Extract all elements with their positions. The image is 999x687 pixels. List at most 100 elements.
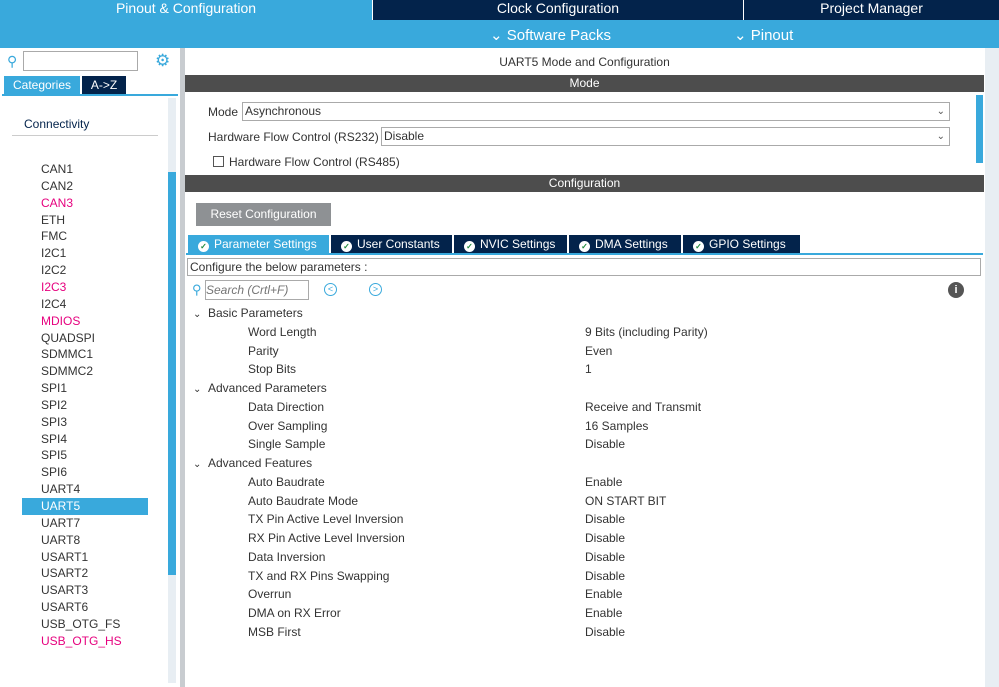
peripheral-item[interactable]: UART5 bbox=[41, 499, 80, 513]
pinout-menu[interactable]: ⌄ Pinout bbox=[734, 26, 793, 44]
tab-a-z[interactable]: A->Z bbox=[82, 76, 126, 94]
peripheral-item[interactable]: SPI4 bbox=[41, 432, 67, 446]
peripheral-item[interactable]: SPI1 bbox=[41, 381, 67, 395]
peripheral-item[interactable]: UART7 bbox=[41, 516, 80, 530]
tab-categories[interactable]: Categories bbox=[4, 76, 80, 94]
param-value[interactable]: ON START BIT bbox=[585, 494, 666, 508]
param-value[interactable]: Receive and Transmit bbox=[585, 400, 701, 414]
peripheral-item[interactable]: I2C1 bbox=[41, 246, 66, 260]
rs485-checkbox[interactable] bbox=[213, 156, 224, 167]
param-value[interactable]: Enable bbox=[585, 475, 622, 489]
parameter-search-input[interactable] bbox=[205, 280, 309, 300]
peripheral-item[interactable]: CAN2 bbox=[41, 179, 73, 193]
param-value[interactable]: Disable bbox=[585, 512, 625, 526]
peripheral-item[interactable]: MDIOS bbox=[41, 314, 80, 328]
peripheral-item[interactable]: UART4 bbox=[41, 482, 80, 496]
software-packs-menu[interactable]: ⌄ Software Packs bbox=[490, 26, 611, 44]
software-packs-label: Software Packs bbox=[506, 27, 611, 44]
right-scrollbar[interactable] bbox=[985, 48, 999, 687]
left-scrollbar[interactable] bbox=[168, 98, 176, 683]
param-name[interactable]: Overrun bbox=[248, 587, 291, 601]
info-icon[interactable]: i bbox=[948, 282, 964, 298]
tab-label: User Constants bbox=[357, 237, 440, 251]
param-name[interactable]: Auto Baudrate bbox=[248, 475, 325, 489]
tab-dma-settings[interactable]: ✓ DMA Settings bbox=[569, 235, 681, 253]
gear-icon[interactable]: ⚙ bbox=[155, 51, 170, 71]
peripheral-item[interactable]: USB_OTG_HS bbox=[41, 634, 122, 648]
param-name[interactable]: TX and RX Pins Swapping bbox=[248, 569, 389, 583]
peripheral-item[interactable]: SPI3 bbox=[41, 415, 67, 429]
tab-gpio-settings[interactable]: ✓ GPIO Settings bbox=[683, 235, 800, 253]
param-name[interactable]: Stop Bits bbox=[248, 362, 296, 376]
group-header[interactable]: ⌄ Advanced Parameters bbox=[193, 381, 327, 395]
peripheral-item[interactable]: SPI2 bbox=[41, 398, 67, 412]
category-search-input[interactable] bbox=[23, 51, 138, 71]
peripheral-item[interactable]: CAN1 bbox=[41, 162, 73, 176]
hfc-select[interactable]: Disable ⌄ bbox=[381, 127, 950, 146]
tab-user-constants[interactable]: ✓ User Constants bbox=[331, 235, 452, 253]
param-name[interactable]: MSB First bbox=[248, 625, 301, 639]
peripheral-item[interactable]: SDMMC2 bbox=[41, 364, 93, 378]
group-header[interactable]: ⌄ Basic Parameters bbox=[193, 306, 303, 320]
param-value[interactable]: Even bbox=[585, 344, 612, 358]
peripheral-item[interactable]: SDMMC1 bbox=[41, 347, 93, 361]
next-icon[interactable]: > bbox=[369, 283, 382, 296]
param-value[interactable]: Disable bbox=[585, 625, 625, 639]
param-name[interactable]: Over Sampling bbox=[248, 419, 327, 433]
peripheral-item[interactable]: QUADSPI bbox=[41, 331, 95, 345]
mode-label: Mode bbox=[208, 105, 239, 119]
reset-configuration-button[interactable]: Reset Configuration bbox=[196, 203, 331, 226]
group-header[interactable]: ⌄ Advanced Features bbox=[193, 456, 312, 470]
hfc-value: Disable bbox=[384, 129, 425, 143]
rs485-label: Hardware Flow Control (RS485) bbox=[229, 155, 400, 169]
peripheral-item[interactable]: ETH bbox=[41, 213, 65, 227]
previous-icon[interactable]: < bbox=[324, 283, 337, 296]
tab-label: NVIC Settings bbox=[480, 237, 556, 251]
left-scrollbar-thumb[interactable] bbox=[168, 172, 176, 575]
param-value[interactable]: 9 Bits (including Parity) bbox=[585, 325, 708, 339]
splitter[interactable] bbox=[180, 48, 185, 687]
param-value[interactable]: 16 Samples bbox=[585, 419, 648, 433]
param-value[interactable]: Disable bbox=[585, 569, 625, 583]
chevron-down-icon: ⌄ bbox=[734, 27, 751, 44]
param-value[interactable]: Enable bbox=[585, 587, 622, 601]
param-name[interactable]: TX Pin Active Level Inversion bbox=[248, 512, 403, 526]
peripheral-item[interactable]: USART3 bbox=[41, 583, 88, 597]
peripheral-item[interactable]: I2C2 bbox=[41, 263, 66, 277]
peripheral-item[interactable]: CAN3 bbox=[41, 196, 73, 210]
peripheral-item[interactable]: USB_OTG_FS bbox=[41, 617, 120, 631]
peripheral-item[interactable]: I2C4 bbox=[41, 297, 66, 311]
tab-nvic-settings[interactable]: ✓ NVIC Settings bbox=[454, 235, 567, 253]
tab-pinout-configuration[interactable]: Pinout & Configuration bbox=[0, 0, 372, 20]
peripheral-item[interactable]: I2C3 bbox=[41, 280, 66, 294]
param-value[interactable]: Disable bbox=[585, 437, 625, 451]
param-name[interactable]: RX Pin Active Level Inversion bbox=[248, 531, 405, 545]
tab-parameter-settings[interactable]: ✓ Parameter Settings bbox=[188, 235, 329, 253]
peripheral-item[interactable]: FMC bbox=[41, 229, 67, 243]
param-name[interactable]: Word Length bbox=[248, 325, 317, 339]
param-value[interactable]: Disable bbox=[585, 531, 625, 545]
peripheral-item[interactable]: USART2 bbox=[41, 566, 88, 580]
peripheral-item[interactable]: SPI6 bbox=[41, 465, 67, 479]
param-name[interactable]: DMA on RX Error bbox=[248, 606, 341, 620]
param-value[interactable]: Disable bbox=[585, 550, 625, 564]
param-name[interactable]: Data Direction bbox=[248, 400, 324, 414]
category-connectivity[interactable]: Connectivity bbox=[24, 117, 89, 131]
peripheral-item[interactable]: USART1 bbox=[41, 550, 88, 564]
peripheral-item[interactable]: UART8 bbox=[41, 533, 80, 547]
param-value[interactable]: Enable bbox=[585, 606, 622, 620]
param-name[interactable]: Auto Baudrate Mode bbox=[248, 494, 358, 508]
tab-clock-configuration[interactable]: Clock Configuration bbox=[373, 0, 743, 20]
param-name[interactable]: Single Sample bbox=[248, 437, 325, 451]
mode-header: Mode bbox=[185, 75, 984, 92]
mode-select[interactable]: Asynchronous ⌄ bbox=[242, 102, 950, 121]
param-name[interactable]: Parity bbox=[248, 344, 279, 358]
mode-scrollbar[interactable] bbox=[976, 95, 983, 163]
group-name: Basic Parameters bbox=[208, 306, 303, 320]
peripheral-item[interactable]: SPI5 bbox=[41, 448, 67, 462]
param-name[interactable]: Data Inversion bbox=[248, 550, 325, 564]
tab-project-manager[interactable]: Project Manager bbox=[744, 0, 999, 20]
param-value[interactable]: 1 bbox=[585, 362, 592, 376]
peripheral-item[interactable]: USART6 bbox=[41, 600, 88, 614]
chevron-down-icon: ⌄ bbox=[936, 131, 945, 142]
